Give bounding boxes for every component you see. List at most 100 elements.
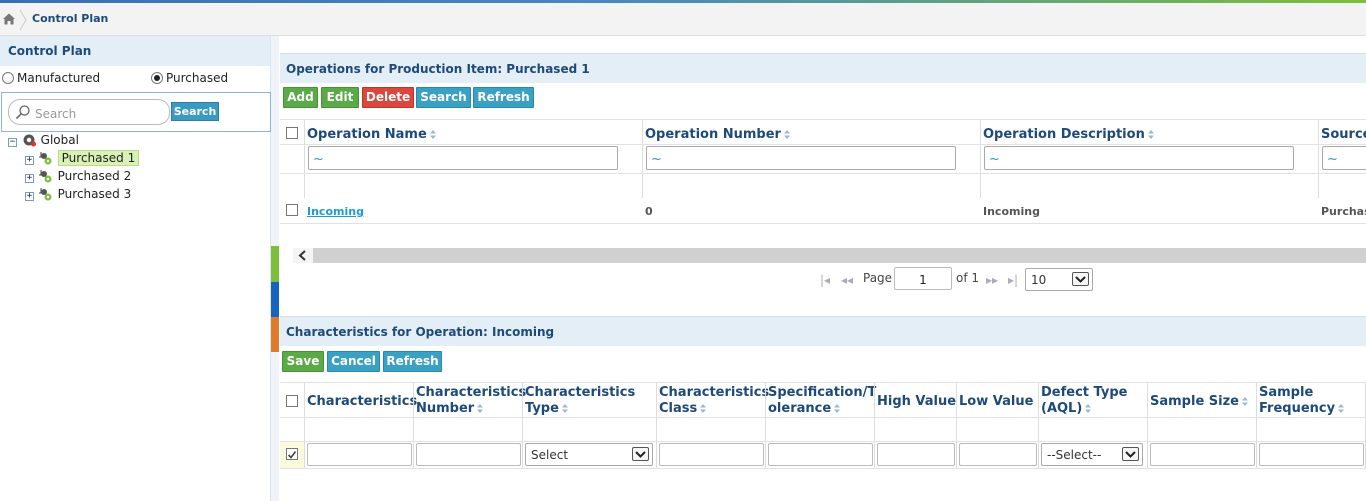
sort-icon[interactable] bbox=[1338, 404, 1345, 413]
col-characteristics-type[interactable]: Characteristics Type bbox=[525, 385, 635, 417]
tree-item-purchased-1[interactable]: + Purchased 1 bbox=[25, 150, 140, 166]
operations-section-title: Operations for Production Item: Purchase… bbox=[280, 53, 1366, 83]
sample-size-input[interactable] bbox=[1150, 443, 1255, 466]
sort-icon[interactable] bbox=[1242, 397, 1248, 406]
col-characteristics-class[interactable]: Characteristics Class bbox=[659, 385, 769, 417]
tree-search-button[interactable]: Search bbox=[171, 102, 219, 121]
dropdown-icon[interactable] bbox=[1122, 447, 1139, 461]
left-panel: Control Plan Manufactured Purchased Sear… bbox=[0, 36, 271, 501]
row-divider bbox=[280, 468, 1366, 469]
col-source[interactable]: Source bbox=[1321, 127, 1366, 143]
col-defect-type[interactable]: Defect Type (AQL) bbox=[1041, 385, 1146, 417]
operation-number-cell: 0 bbox=[645, 205, 653, 218]
col-specification-tolerance[interactable]: Specification/T olerance bbox=[768, 385, 876, 417]
col-operation-name[interactable]: Operation Name bbox=[307, 127, 436, 143]
filter-operation-name[interactable]: ~ bbox=[308, 146, 618, 170]
characteristics-section-title: Characteristics for Operation: Incoming bbox=[280, 316, 1366, 346]
characteristics-type-select[interactable]: Select bbox=[525, 443, 653, 466]
column-divider bbox=[1038, 383, 1039, 468]
chevron-left-icon bbox=[298, 250, 306, 261]
expand-icon[interactable]: + bbox=[25, 192, 34, 201]
grid-border bbox=[280, 382, 1366, 383]
char-refresh-button[interactable]: Refresh bbox=[383, 351, 442, 372]
column-divider bbox=[765, 383, 766, 468]
col-sample-frequency[interactable]: Sample Frequency bbox=[1259, 385, 1364, 417]
prev-page-icon[interactable]: ◂◂ bbox=[841, 273, 853, 287]
first-page-icon[interactable]: |◂ bbox=[820, 273, 830, 287]
characteristics-number-input[interactable] bbox=[416, 443, 521, 466]
collapse-icon[interactable]: − bbox=[8, 138, 17, 147]
dropdown-icon[interactable] bbox=[1072, 272, 1089, 286]
defect-type-select[interactable]: --Select-- bbox=[1041, 443, 1143, 466]
tree-item-purchased-3[interactable]: + Purchased 3 bbox=[25, 187, 131, 201]
characteristics-input[interactable] bbox=[307, 443, 412, 466]
characteristics-class-input[interactable] bbox=[659, 443, 764, 466]
expand-icon[interactable]: + bbox=[25, 174, 34, 183]
sort-icon[interactable] bbox=[561, 404, 568, 413]
sort-icon[interactable] bbox=[834, 404, 841, 413]
scroll-left-button[interactable] bbox=[293, 248, 313, 263]
select-all-checkbox[interactable] bbox=[286, 127, 298, 139]
horizontal-scrollbar[interactable] bbox=[293, 248, 1366, 263]
filter-source[interactable]: ~ bbox=[1322, 146, 1366, 170]
radio-circle[interactable] bbox=[151, 72, 163, 84]
operation-source-cell: Purchase bbox=[1321, 205, 1366, 218]
last-page-icon[interactable]: ▸| bbox=[1008, 273, 1018, 287]
col-high-value[interactable]: High Value bbox=[877, 394, 956, 410]
tree-search-input[interactable]: Search bbox=[8, 99, 170, 125]
add-button[interactable]: Add bbox=[283, 87, 318, 108]
save-button[interactable]: Save bbox=[282, 351, 324, 372]
status-band-green bbox=[271, 246, 279, 282]
radio-label: Manufactured bbox=[17, 71, 101, 85]
dropdown-icon[interactable] bbox=[632, 447, 649, 461]
sort-icon[interactable] bbox=[700, 404, 707, 413]
radio-circle[interactable] bbox=[2, 72, 14, 84]
refresh-button[interactable]: Refresh bbox=[473, 87, 534, 108]
tree-root[interactable]: − Global bbox=[8, 133, 79, 147]
column-divider bbox=[642, 120, 643, 198]
radio-label: Purchased bbox=[166, 71, 229, 85]
item-icon bbox=[38, 170, 52, 183]
filter-operation-number[interactable]: ~ bbox=[646, 146, 956, 170]
sort-icon[interactable] bbox=[1147, 130, 1154, 139]
low-value-input[interactable] bbox=[959, 443, 1037, 466]
delete-button[interactable]: Delete bbox=[362, 87, 414, 108]
edit-button[interactable]: Edit bbox=[321, 87, 359, 108]
filter-operation-description[interactable]: ~ bbox=[984, 146, 1294, 170]
column-divider bbox=[1318, 120, 1319, 198]
column-divider bbox=[656, 383, 657, 468]
col-sample-size[interactable]: Sample Size bbox=[1150, 394, 1248, 410]
sort-icon[interactable] bbox=[477, 404, 484, 413]
home-icon[interactable] bbox=[2, 12, 16, 26]
page-number-input[interactable]: 1 bbox=[894, 267, 952, 290]
page-size-select[interactable]: 10 bbox=[1025, 268, 1093, 291]
col-low-value[interactable]: Low Value bbox=[959, 394, 1033, 410]
high-value-input[interactable] bbox=[877, 443, 955, 466]
page-count: of 1 bbox=[956, 271, 980, 285]
sort-icon[interactable] bbox=[1085, 404, 1092, 413]
cancel-button[interactable]: Cancel bbox=[327, 351, 380, 372]
edit-row-checkbox[interactable] bbox=[286, 448, 298, 460]
next-page-icon[interactable]: ▸▸ bbox=[986, 273, 998, 287]
col-characteristics[interactable]: Characteristics bbox=[307, 394, 417, 410]
operation-description-cell: Incoming bbox=[983, 205, 1040, 218]
col-operation-description[interactable]: Operation Description bbox=[983, 127, 1154, 143]
sample-frequency-input[interactable] bbox=[1259, 443, 1364, 466]
col-characteristics-number[interactable]: Characteristics Number bbox=[416, 385, 526, 417]
search-placeholder: Search bbox=[35, 107, 77, 121]
specification-input[interactable] bbox=[768, 443, 873, 466]
search-button[interactable]: Search bbox=[416, 87, 471, 108]
radio-manufactured[interactable]: Manufactured bbox=[2, 71, 100, 85]
sort-icon[interactable] bbox=[783, 130, 790, 139]
row-checkbox[interactable] bbox=[286, 204, 298, 216]
radio-purchased[interactable]: Purchased bbox=[151, 71, 228, 85]
sort-icon[interactable] bbox=[429, 130, 436, 139]
expand-icon[interactable]: + bbox=[25, 156, 34, 165]
tree-item-purchased-2[interactable]: + Purchased 2 bbox=[25, 169, 131, 183]
item-icon bbox=[38, 188, 52, 201]
col-operation-number[interactable]: Operation Number bbox=[645, 127, 790, 143]
row-divider bbox=[280, 144, 1366, 145]
breadcrumb-title[interactable]: Control Plan bbox=[32, 12, 108, 25]
operation-name-link[interactable]: Incoming bbox=[307, 205, 364, 218]
char-select-all-checkbox[interactable] bbox=[286, 395, 298, 407]
